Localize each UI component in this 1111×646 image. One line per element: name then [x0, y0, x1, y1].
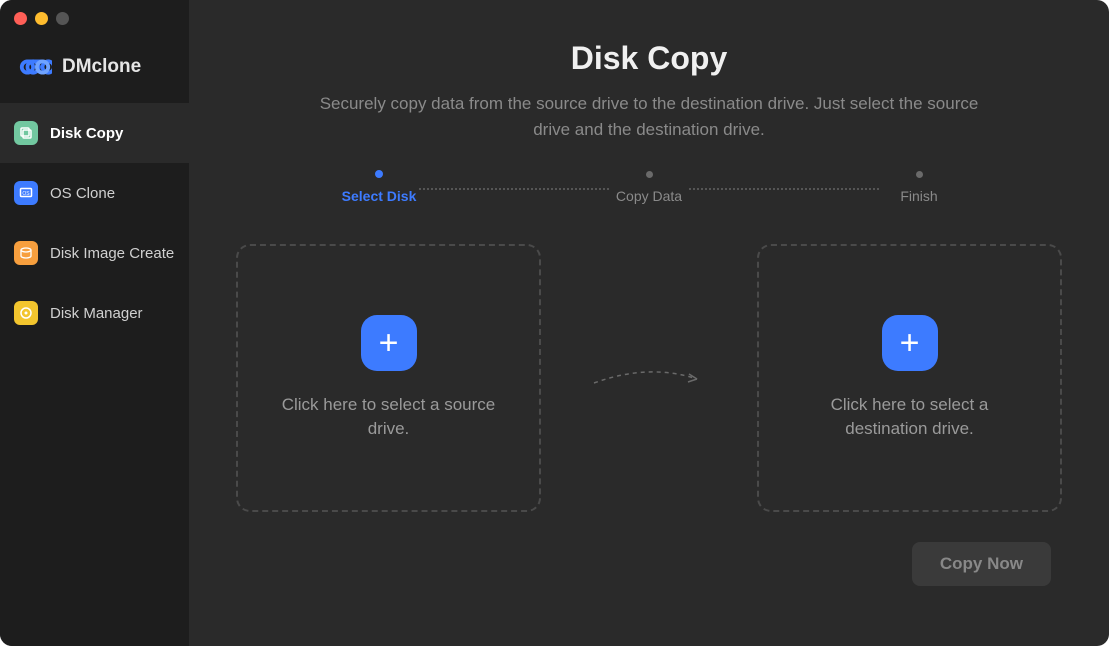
svg-text:OS: OS — [22, 191, 30, 197]
step-dot-icon — [375, 170, 383, 178]
app-window: DMclone Disk Copy OS OS Clone Disk Image… — [0, 0, 1109, 646]
sidebar-item-label: Disk Copy — [50, 125, 123, 142]
step-label: Finish — [900, 188, 937, 204]
destination-drive-card[interactable]: + Click here to select a destination dri… — [757, 244, 1062, 512]
copy-now-button[interactable]: Copy Now — [912, 542, 1051, 586]
app-name: DMclone — [62, 56, 141, 78]
step-label: Select Disk — [342, 188, 417, 204]
minimize-window-button[interactable] — [35, 12, 48, 25]
disk-copy-icon — [14, 121, 38, 145]
sidebar-item-label: OS Clone — [50, 185, 115, 202]
disk-image-icon — [14, 241, 38, 265]
plus-icon: + — [379, 324, 399, 363]
step-dot-icon — [646, 171, 653, 178]
maximize-window-button[interactable] — [56, 12, 69, 25]
app-logo-icon — [18, 53, 52, 81]
sidebar: DMclone Disk Copy OS OS Clone Disk Image… — [0, 0, 189, 646]
sidebar-item-disk-manager[interactable]: Disk Manager — [0, 283, 189, 343]
close-window-button[interactable] — [14, 12, 27, 25]
page-subtitle: Securely copy data from the source drive… — [219, 91, 1079, 142]
step-label: Copy Data — [616, 188, 682, 204]
source-drive-caption: Click here to select a source drive. — [238, 393, 539, 441]
step-select-disk: Select Disk — [339, 170, 419, 204]
transfer-arrow — [589, 363, 709, 393]
step-dot-icon — [916, 171, 923, 178]
drive-selection-row: + Click here to select a source drive. +… — [219, 244, 1079, 512]
add-destination-button[interactable]: + — [882, 315, 938, 371]
page-title: Disk Copy — [219, 40, 1079, 77]
sidebar-item-label: Disk Image Create — [50, 245, 174, 262]
sidebar-item-disk-copy[interactable]: Disk Copy — [0, 103, 189, 163]
brand: DMclone — [0, 33, 189, 103]
step-connector — [419, 188, 609, 190]
step-copy-data: Copy Data — [609, 171, 689, 204]
footer-actions: Copy Now — [219, 542, 1079, 586]
source-drive-card[interactable]: + Click here to select a source drive. — [236, 244, 541, 512]
sidebar-item-disk-image-create[interactable]: Disk Image Create — [0, 223, 189, 283]
sidebar-item-label: Disk Manager — [50, 305, 143, 322]
window-controls — [0, 0, 189, 33]
sidebar-item-os-clone[interactable]: OS OS Clone — [0, 163, 189, 223]
sidebar-nav: Disk Copy OS OS Clone Disk Image Create … — [0, 103, 189, 343]
disk-manager-icon — [14, 301, 38, 325]
add-source-button[interactable]: + — [361, 315, 417, 371]
os-clone-icon: OS — [14, 181, 38, 205]
destination-drive-caption: Click here to select a destination drive… — [759, 393, 1060, 441]
arrow-icon — [589, 363, 709, 393]
stepper: Select Disk Copy Data Finish — [219, 170, 1079, 204]
main-panel: Disk Copy Securely copy data from the so… — [189, 0, 1109, 646]
step-connector — [689, 188, 879, 190]
step-finish: Finish — [879, 171, 959, 204]
plus-icon: + — [900, 324, 920, 363]
